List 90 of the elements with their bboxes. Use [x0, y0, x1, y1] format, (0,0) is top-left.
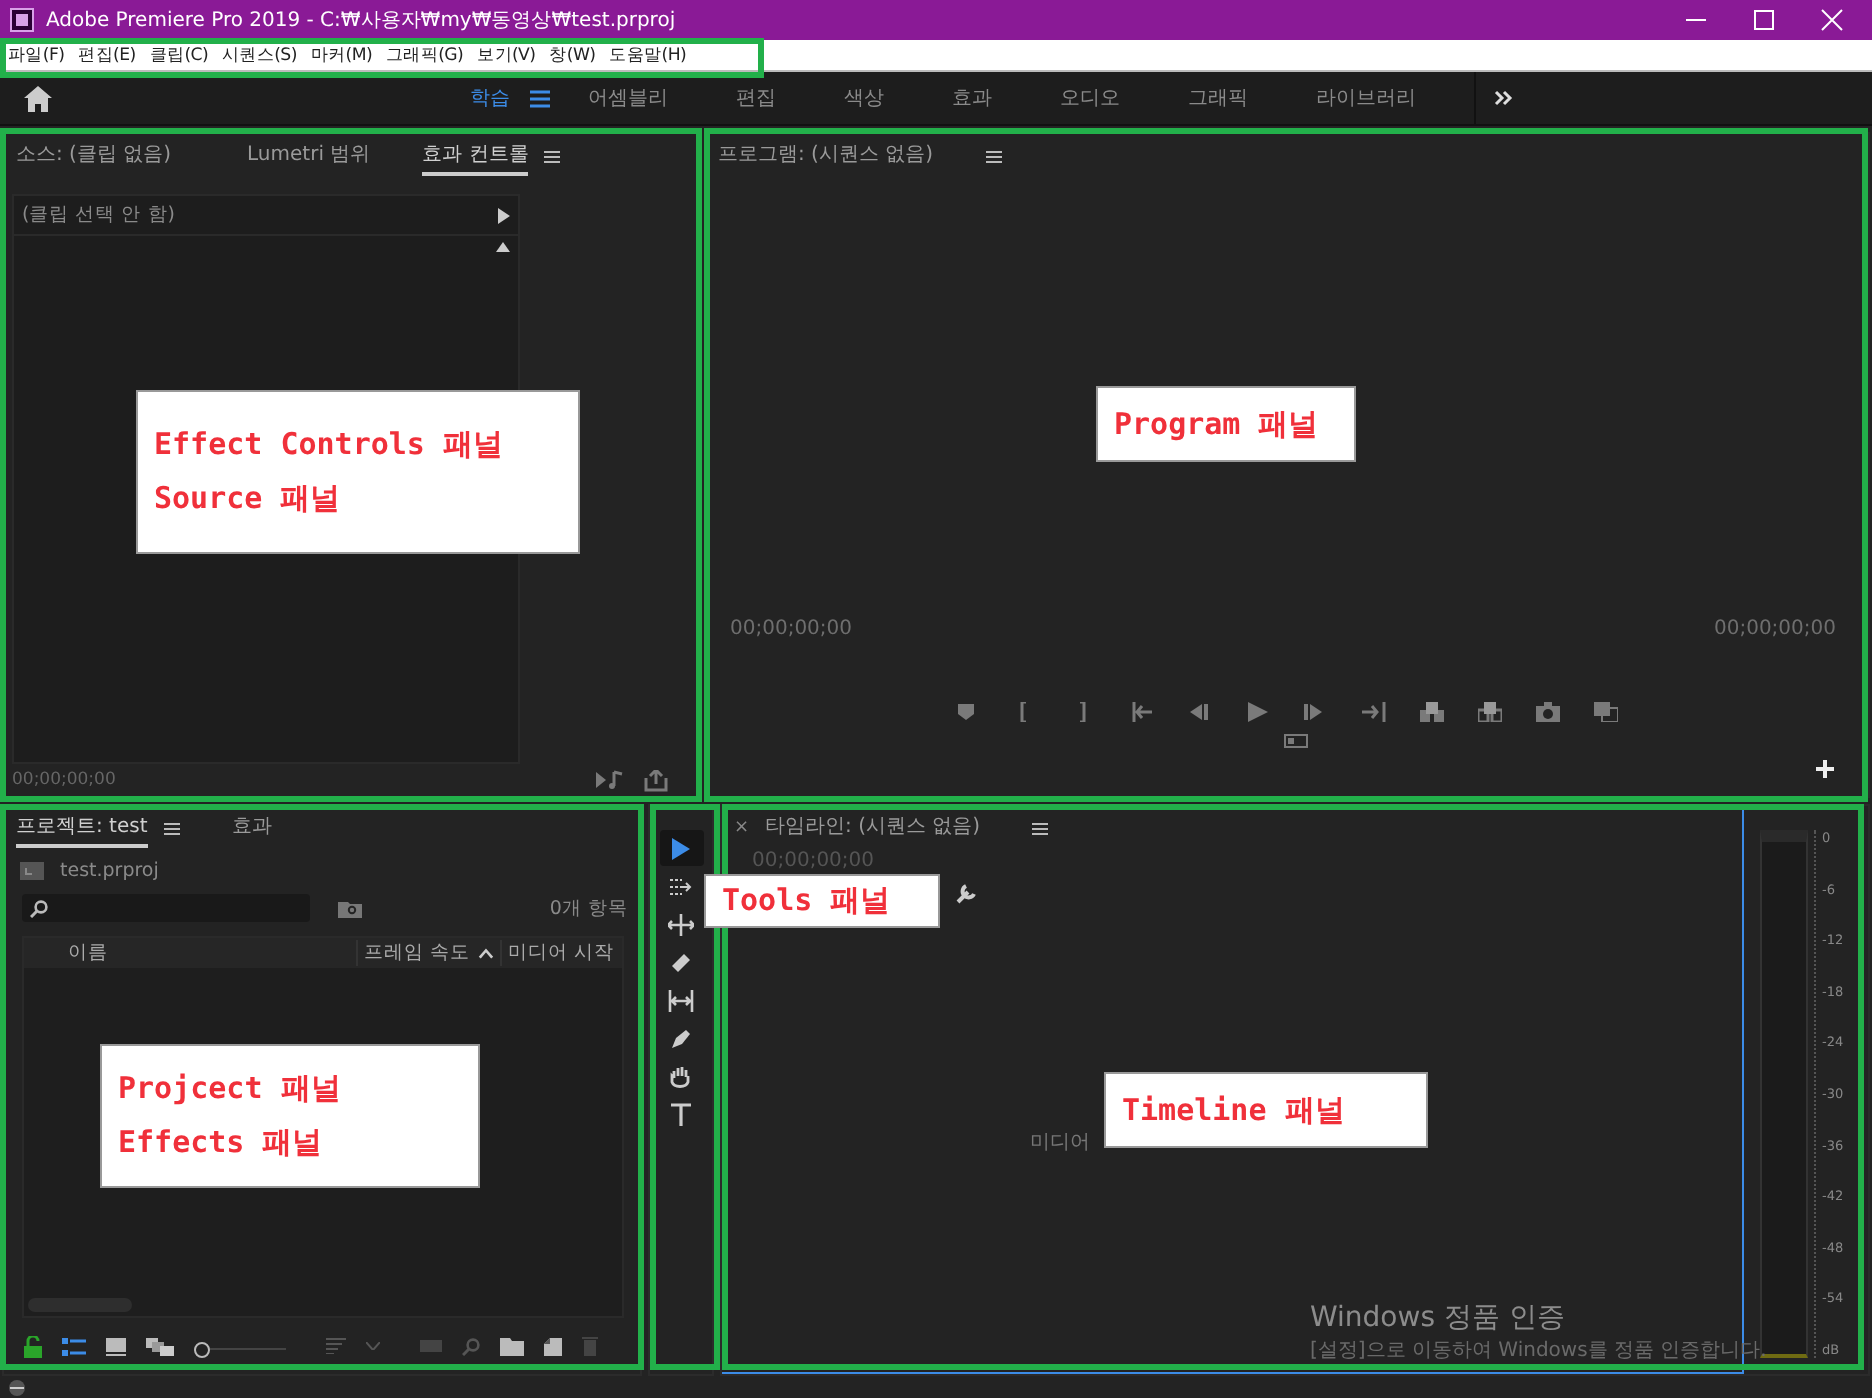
audio-play-icon[interactable] [596, 769, 624, 789]
slider-thumb[interactable] [194, 1342, 210, 1358]
razor-tool-icon [668, 949, 694, 975]
workspace-tab[interactable]: 효과 [952, 84, 992, 112]
tool-button[interactable] [659, 830, 703, 866]
annotation-text: Effect Controls 패널 [154, 426, 505, 464]
annotation-text: Program 패널 [1114, 405, 1321, 443]
menu-icon[interactable] [1032, 821, 1049, 835]
project-file-name: test.prproj [60, 859, 159, 881]
workspace-tab[interactable]: 오디오 [1060, 84, 1120, 112]
new-search-bin-icon[interactable] [338, 899, 362, 917]
insert-icon[interactable] [1420, 702, 1444, 722]
type-tool-icon [668, 1101, 694, 1127]
annotation-text: Projcect 패널 [118, 1070, 343, 1108]
sort-caret-icon[interactable] [478, 947, 494, 959]
menu-icon[interactable] [163, 821, 180, 835]
workspace-tab[interactable]: 라이브러리 [1316, 84, 1416, 112]
panel-tab[interactable]: 효과 [231, 808, 272, 848]
item-count: 0개 항목 [549, 895, 628, 921]
workspace-tab[interactable]: 색상 [844, 84, 884, 112]
maximize-icon[interactable] [1752, 8, 1776, 32]
camera-icon[interactable] [1536, 702, 1560, 722]
annotation-text: Tools 패널 [722, 882, 893, 920]
go-to-in-icon[interactable] [1130, 702, 1154, 722]
step-back-icon[interactable] [1188, 702, 1212, 722]
icon-view-icon[interactable] [106, 1337, 126, 1355]
timecode: 00;00;00;00 [12, 770, 116, 790]
safe-margins-icon[interactable] [1283, 734, 1307, 748]
select-tool-icon [668, 835, 694, 861]
close-icon[interactable] [1820, 8, 1844, 32]
search-icon [30, 899, 48, 917]
activation-title: Windows 정품 인증 [1310, 1300, 1567, 1336]
workspace-tab[interactable]: 그래픽 [1188, 84, 1248, 112]
timecode: 00;00;00;00 [730, 618, 853, 644]
timecode: 00;00;00;00 [1713, 618, 1836, 644]
column-header[interactable]: 이름 [62, 940, 356, 966]
menu-item[interactable]: 시퀀스(S) [222, 43, 297, 67]
comparison-view-icon[interactable] [1594, 702, 1618, 722]
home-icon[interactable] [24, 85, 52, 111]
overwrite-icon[interactable] [1478, 702, 1502, 722]
menu-icon[interactable] [544, 149, 561, 163]
wrench-icon[interactable] [956, 882, 978, 904]
panel-tab[interactable]: 효과 컨트롤 [422, 136, 529, 176]
column-header[interactable]: 프레임 속도 [358, 940, 471, 966]
menu-item[interactable]: 파일(F) [8, 43, 65, 67]
track-tool-icon [668, 873, 694, 899]
menu-item[interactable]: 그래픽(G) [386, 43, 464, 67]
export-icon[interactable] [644, 769, 668, 791]
window-title: Adobe Premiere Pro 2019 - C:₩사용자₩my₩동영상₩test.prproj [46, 8, 678, 34]
close-button[interactable]: × [734, 818, 750, 838]
workspace-tab[interactable]: 학습 [470, 84, 510, 112]
menu-item[interactable]: 도움말(H) [609, 43, 687, 67]
search-field[interactable] [22, 894, 310, 922]
play-icon[interactable] [498, 207, 510, 223]
menu-icon[interactable] [985, 149, 1002, 163]
app-logo-icon [10, 8, 34, 32]
menu-item[interactable]: 클립(C) [149, 43, 209, 67]
annotation-text: Effects 패널 [118, 1124, 325, 1162]
empty-timeline-text: 미디어 [1030, 1129, 1090, 1155]
freeform-view-icon[interactable] [146, 1337, 174, 1355]
bin-icon[interactable] [20, 861, 44, 879]
new-item-icon[interactable] [544, 1337, 562, 1355]
menu-item[interactable]: 보기(V) [477, 43, 536, 67]
panel-tab[interactable]: 프로젝트: test [16, 808, 148, 848]
column-header[interactable]: 미디어 시작 [502, 940, 622, 966]
chevrons-icon[interactable] [1494, 90, 1514, 106]
menu-item[interactable]: 편집(E) [78, 43, 136, 67]
list-view-icon[interactable] [62, 1337, 86, 1355]
panel-title: 타임라인: (시퀀스 없음) [765, 814, 981, 842]
workspace-tab[interactable]: 편집 [736, 84, 776, 112]
ripple-tool-icon [668, 911, 694, 937]
plus-icon[interactable] [1816, 760, 1834, 778]
annotation-text: Source 패널 [154, 480, 343, 518]
hand-tool-icon [668, 1063, 694, 1089]
marker-icon[interactable] [956, 702, 980, 722]
workspace-tab[interactable]: 어셈블리 [588, 84, 668, 112]
panel-tab[interactable]: 소스: (클립 없음) [16, 136, 172, 176]
menu-item[interactable]: 마커(M) [310, 43, 373, 67]
annotation-text: Timeline 패널 [1122, 1091, 1347, 1129]
slip-tool-icon [668, 987, 694, 1013]
panel-title: 프로그램: (시퀀스 없음) [718, 142, 934, 170]
go-to-out-icon[interactable] [1362, 702, 1386, 722]
panel-tab[interactable]: Lumetri 범위 [247, 136, 371, 176]
menu-icon[interactable] [530, 89, 550, 107]
pen-tool-icon [668, 1025, 694, 1051]
scroll-up-icon[interactable] [496, 242, 510, 252]
folder-icon[interactable] [500, 1337, 524, 1355]
menu-item[interactable]: 창(W) [549, 43, 596, 67]
lock-icon[interactable] [24, 1335, 42, 1357]
clip-selector[interactable]: (클립 선택 안 함) [22, 202, 175, 228]
